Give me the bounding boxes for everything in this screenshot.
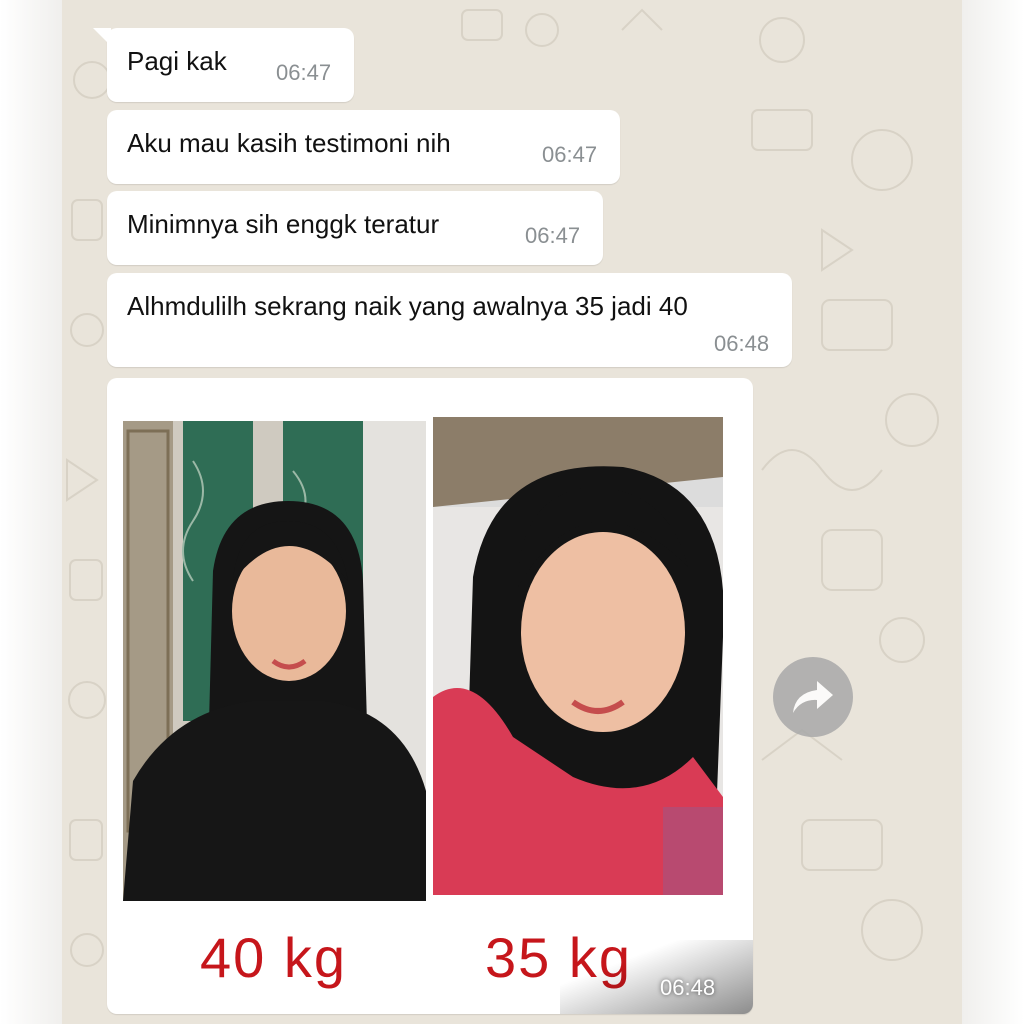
message-text: Alhmdulilh sekrang naik yang awalnya 35 … — [127, 291, 688, 321]
right-border — [962, 0, 1024, 1024]
photo-after[interactable] — [123, 421, 426, 901]
weight-label-after: 40 kg — [200, 926, 347, 989]
left-border — [0, 0, 62, 1024]
message-text: Aku mau kasih testimoni nih — [127, 128, 451, 158]
message-bubble[interactable]: Aku mau kasih testimoni nih 06:47 — [107, 110, 620, 184]
message-time: 06:47 — [525, 223, 581, 248]
message-bubble[interactable]: Pagi kak 06:47 — [93, 28, 354, 102]
forward-button[interactable] — [773, 657, 853, 737]
message-time: 06:47 — [276, 60, 332, 85]
bubble-tail — [93, 28, 111, 46]
image-time-gradient — [560, 940, 753, 1014]
message-bubble[interactable]: Alhmdulilh sekrang naik yang awalnya 35 … — [107, 273, 792, 367]
message-text: Pagi kak — [127, 46, 227, 76]
image-message-time: 06:48 — [660, 975, 716, 1000]
photo-before[interactable] — [433, 417, 723, 895]
photo-after-illustration — [123, 421, 426, 901]
photo-before-illustration — [433, 417, 723, 895]
message-bubble[interactable]: Minimnya sih enggk teratur 06:47 — [107, 191, 603, 265]
message-text: Minimnya sih enggk teratur — [127, 209, 440, 239]
message-time: 06:47 — [542, 142, 598, 167]
message-time: 06:48 — [714, 331, 770, 356]
forward-share-icon — [793, 681, 833, 713]
